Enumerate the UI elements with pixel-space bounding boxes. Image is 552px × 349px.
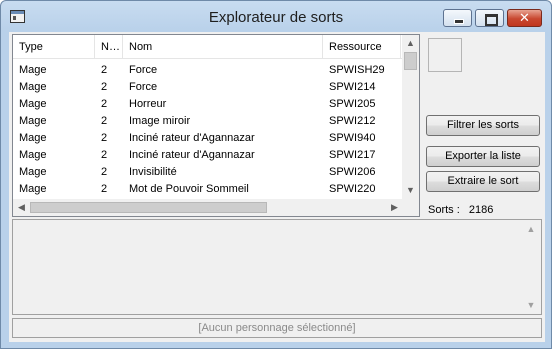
cell-type: Mage (19, 149, 47, 161)
scroll-right-icon[interactable]: ▶ (386, 199, 403, 216)
cell-type: Mage (19, 64, 47, 76)
close-button[interactable]: ✕ (507, 9, 542, 27)
table-row[interactable]: Mage 2 Force SPWI214 (13, 79, 403, 96)
close-icon: ✕ (519, 10, 530, 25)
cell-type: Mage (19, 132, 47, 144)
table-row[interactable]: Mage 2 Image miroir SPWI212 (13, 113, 403, 130)
spell-icon-preview (428, 38, 462, 72)
cell-level: 2 (101, 132, 108, 144)
spell-count-label: Sorts : (428, 204, 460, 216)
cell-name: Mot de Pouvoir Sommeil (129, 183, 249, 195)
scroll-up-icon[interactable]: ▲ (402, 35, 419, 52)
export-list-button[interactable]: Exporter la liste (426, 146, 540, 167)
horizontal-scroll-thumb[interactable] (30, 202, 267, 213)
client-area: Type N… Nom Ressource Mage 2 Force SPWIS… (9, 32, 545, 342)
column-header-name[interactable]: Nom (123, 35, 323, 58)
spell-list[interactable]: Type N… Nom Ressource Mage 2 Force SPWIS… (12, 34, 420, 217)
cell-name: Force (129, 81, 158, 93)
cell-type: Mage (19, 166, 47, 178)
cell-resource: SPWI212 (329, 115, 376, 127)
cell-resource: SPWI206 (329, 166, 376, 178)
vertical-scroll-thumb[interactable] (404, 52, 417, 70)
cell-level: 2 (101, 149, 108, 161)
horizontal-scrollbar[interactable]: ◀ ▶ (13, 199, 403, 216)
list-header: Type N… Nom Ressource (13, 35, 403, 59)
extract-spell-button[interactable]: Extraire le sort (426, 171, 540, 192)
spell-explorer-window: Explorateur de sorts ✕ Type N… Nom Resso… (0, 0, 552, 349)
status-bar: [Aucun personnage sélectionné] (12, 318, 542, 338)
cell-level: 2 (101, 98, 108, 110)
list-rows: Mage 2 Force SPWISH29 Mage 2 Force SPWI2… (13, 62, 403, 198)
maximize-icon (485, 14, 498, 26)
column-header-level[interactable]: N… (95, 35, 123, 58)
cell-name: Invisibilité (129, 166, 177, 178)
cell-name: Inciné rateur d'Agannazar (129, 132, 255, 144)
cell-name: Image miroir (129, 115, 191, 127)
spell-detail-panel[interactable]: ▲ ▼ (12, 219, 542, 315)
cell-resource: SPWI214 (329, 81, 376, 93)
table-row[interactable]: Mage 2 Inciné rateur d'Agannazar SPWI940 (13, 130, 403, 147)
filter-spells-button[interactable]: Filtrer les sorts (426, 115, 540, 136)
cell-type: Mage (19, 81, 47, 93)
cell-resource: SPWI217 (329, 149, 376, 161)
maximize-button[interactable] (475, 9, 504, 27)
column-header-resource[interactable]: Ressource (323, 35, 401, 58)
cell-resource: SPWISH29 (329, 64, 385, 76)
scroll-left-icon[interactable]: ◀ (13, 199, 30, 216)
cell-level: 2 (101, 183, 108, 195)
cell-level: 2 (101, 81, 108, 93)
cell-type: Mage (19, 98, 47, 110)
cell-type: Mage (19, 183, 47, 195)
cell-level: 2 (101, 166, 108, 178)
table-row[interactable]: Mage 2 Force SPWISH29 (13, 62, 403, 79)
minimize-button[interactable] (443, 9, 472, 27)
cell-type: Mage (19, 115, 47, 127)
table-row[interactable]: Mage 2 Inciné rateur d'Agannazar SPWI217 (13, 147, 403, 164)
cell-resource: SPWI220 (329, 183, 376, 195)
cell-resource: SPWI205 (329, 98, 376, 110)
detail-scroll-down-icon[interactable]: ▼ (525, 300, 537, 310)
table-row[interactable]: Mage 2 Mot de Pouvoir Sommeil SPWI220 (13, 181, 403, 198)
table-row[interactable]: Mage 2 Horreur SPWI205 (13, 96, 403, 113)
table-row[interactable]: Mage 2 Invisibilité SPWI206 (13, 164, 403, 181)
spell-count: Sorts : 2186 (428, 204, 499, 216)
cell-name: Horreur (129, 98, 167, 110)
detail-scroll-up-icon[interactable]: ▲ (525, 224, 537, 234)
cell-name: Inciné rateur d'Agannazar (129, 149, 255, 161)
cell-name: Force (129, 64, 158, 76)
cell-level: 2 (101, 115, 108, 127)
vertical-scrollbar[interactable]: ▲ ▼ (402, 35, 419, 199)
spell-count-value: 2186 (468, 204, 494, 216)
title-bar[interactable]: Explorateur de sorts ✕ (1, 1, 551, 32)
column-header-type[interactable]: Type (13, 35, 95, 58)
scroll-corner (402, 199, 419, 216)
scroll-down-icon[interactable]: ▼ (402, 182, 419, 199)
cell-resource: SPWI940 (329, 132, 376, 144)
minimize-icon (454, 19, 464, 24)
cell-level: 2 (101, 64, 108, 76)
